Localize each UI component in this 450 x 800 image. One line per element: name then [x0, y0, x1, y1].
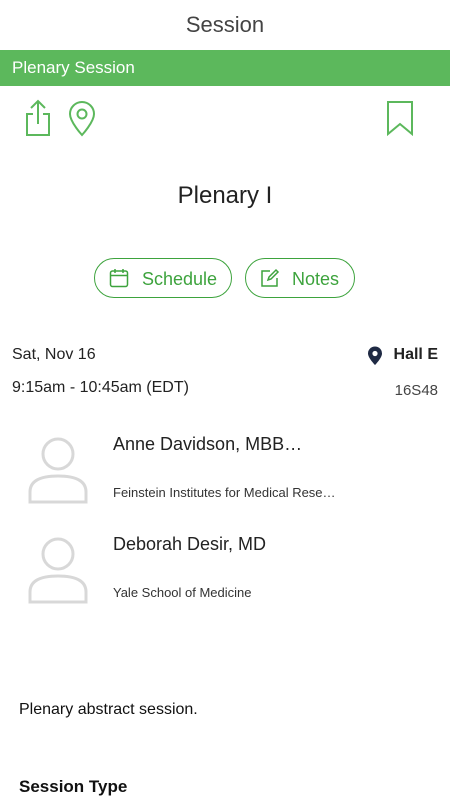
schedule-label: Schedule — [142, 269, 218, 289]
notes-label: Notes — [292, 269, 340, 289]
notes-button[interactable]: Notes — [245, 258, 355, 298]
speaker-item[interactable]: Deborah Desir, MD Yale School of Medicin… — [0, 532, 450, 632]
bookmark-icon[interactable] — [384, 100, 416, 136]
location-pin-icon — [368, 346, 382, 365]
calendar-icon — [109, 269, 129, 288]
speaker-name: Anne Davidson, MBB… — [113, 434, 303, 454]
edit-note-icon — [261, 268, 280, 287]
session-location[interactable]: Hall E — [394, 346, 438, 364]
session-category-label: Plenary Session — [12, 58, 135, 77]
share-icon[interactable] — [22, 98, 54, 138]
session-description: Plenary abstract session. — [19, 701, 198, 718]
avatar-placeholder-icon — [28, 537, 88, 604]
session-room: 16S48 — [394, 382, 438, 399]
schedule-button[interactable]: Schedule — [94, 258, 232, 298]
avatar-placeholder-icon — [28, 437, 88, 504]
page-title: Session — [185, 12, 265, 37]
speaker-affiliation: Feinstein Institutes for Medical Rese… — [113, 485, 336, 500]
session-date: Sat, Nov 16 — [12, 346, 96, 363]
session-type-heading: Session Type — [19, 777, 128, 796]
session-title: Plenary I — [177, 182, 273, 209]
speaker-item[interactable]: Anne Davidson, MBB… Feinstein Institutes… — [0, 432, 450, 532]
speaker-name: Deborah Desir, MD — [113, 534, 267, 554]
map-pin-icon[interactable] — [66, 100, 98, 138]
session-time: 9:15am - 10:45am (EDT) — [12, 379, 189, 396]
speaker-affiliation: Yale School of Medicine — [113, 585, 252, 600]
session-category-banner: Plenary Session — [0, 50, 450, 86]
top-bar: Session — [0, 0, 450, 50]
